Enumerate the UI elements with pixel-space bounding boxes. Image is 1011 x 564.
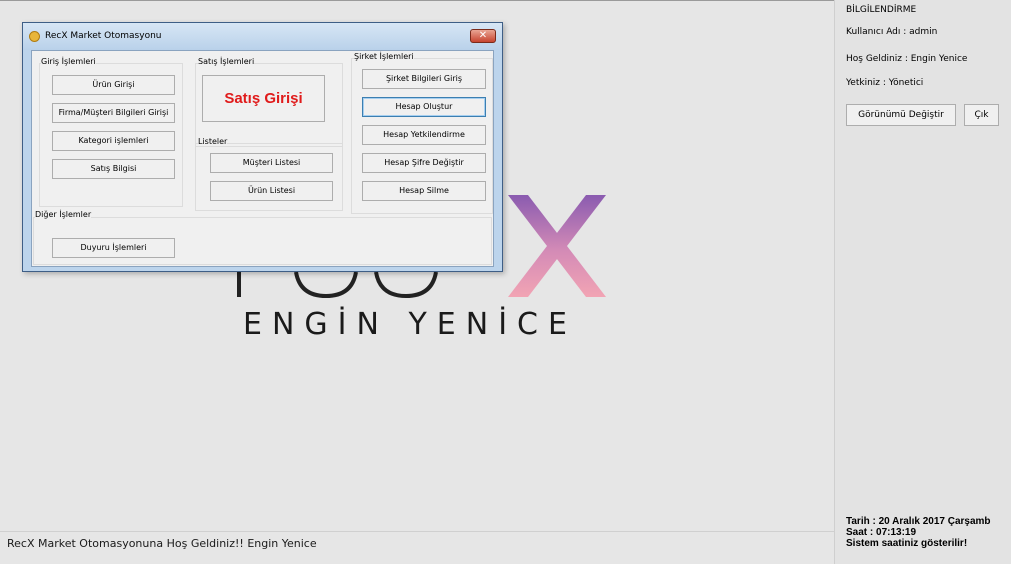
logo-text: ENGİN YENİCE xyxy=(243,307,577,342)
change-password-button[interactable]: Hesap Şifre Değiştir xyxy=(362,153,486,173)
group-label-entry: Giriş İşlemleri xyxy=(41,57,96,66)
customer-list-button[interactable]: Müşteri Listesi xyxy=(210,153,333,173)
system-time-note: Sistem saatiniz gösterilir! xyxy=(846,538,968,549)
sales-entry-button[interactable]: Satış Girişi xyxy=(202,75,325,122)
date-label: Tarih : 20 Aralık 2017 Çarşamb xyxy=(846,516,991,527)
sales-info-button[interactable]: Satış Bilgisi xyxy=(52,159,175,179)
main-menu-window: RecX Market Otomasyonu ✕ Giriş İşlemleri… xyxy=(22,22,503,272)
group-label-lists: Listeler xyxy=(198,137,228,146)
category-operations-button[interactable]: Kategori işlemleri xyxy=(52,131,175,151)
username-label: Kullanıcı Adı : admin xyxy=(846,27,938,37)
role-label: Yetkiniz : Yönetici xyxy=(846,78,924,88)
group-label-sales: Satış İşlemleri xyxy=(198,57,255,66)
info-panel: BİLGİLENDİRME Kullanıcı Adı : admin Hoş … xyxy=(834,0,1011,564)
change-view-button[interactable]: Görünümü Değiştir xyxy=(846,104,956,126)
exit-button[interactable]: Çık xyxy=(964,104,999,126)
status-divider xyxy=(0,531,834,532)
app-icon xyxy=(29,31,40,42)
create-account-button[interactable]: Hesap Oluştur xyxy=(362,97,486,117)
window-client-area: Giriş İşlemleri Ürün Girişi Firma/Müşter… xyxy=(31,50,494,267)
announcement-operations-button[interactable]: Duyuru İşlemleri xyxy=(52,238,175,258)
close-button[interactable]: ✕ xyxy=(470,29,496,43)
info-heading: BİLGİLENDİRME xyxy=(846,5,917,15)
company-customer-entry-button[interactable]: Firma/Müşteri Bilgileri Girişi xyxy=(52,103,175,123)
product-entry-button[interactable]: Ürün Girişi xyxy=(52,75,175,95)
group-label-company: Şirket İşlemleri xyxy=(354,52,414,61)
company-info-entry-button[interactable]: Şirket Bilgileri Giriş xyxy=(362,69,486,89)
welcome-label: Hoş Geldiniz : Engin Yenice xyxy=(846,54,968,64)
window-titlebar[interactable]: RecX Market Otomasyonu ✕ xyxy=(23,23,502,50)
product-list-button[interactable]: Ürün Listesi xyxy=(210,181,333,201)
time-label: Saat : 07:13:19 xyxy=(846,527,917,538)
account-authorization-button[interactable]: Hesap Yetkilendirme xyxy=(362,125,486,145)
group-label-other: Diğer İşlemler xyxy=(35,210,92,219)
status-message: RecX Market Otomasyonuna Hoş Geldiniz!! … xyxy=(7,537,317,550)
delete-account-button[interactable]: Hesap Silme xyxy=(362,181,486,201)
window-title: RecX Market Otomasyonu xyxy=(45,31,162,41)
